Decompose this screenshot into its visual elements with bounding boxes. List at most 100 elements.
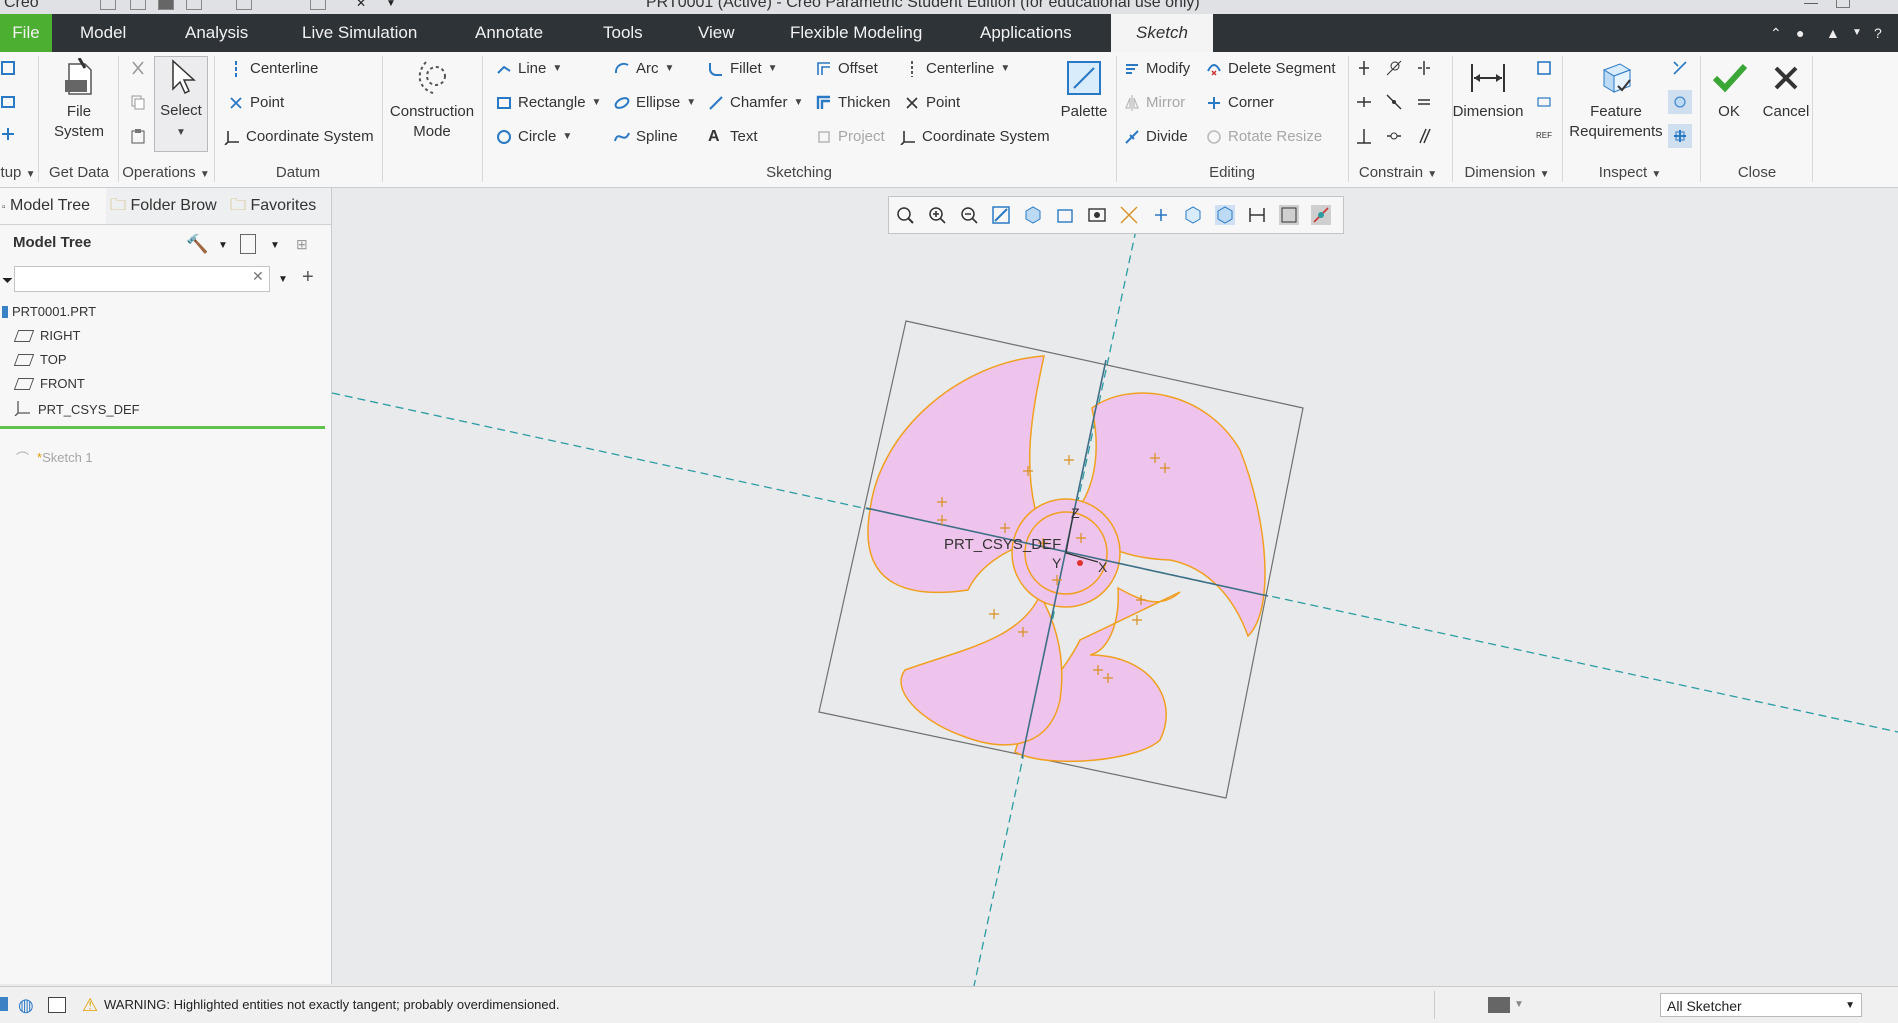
fillet-button[interactable]: Fillet ▼ [708, 60, 778, 77]
datum-point-button[interactable]: Point [228, 94, 284, 111]
rectangle-button[interactable]: Rectangle ▼ [496, 94, 601, 111]
fan-blade-profile[interactable] [867, 355, 1266, 763]
setup-grid-icon[interactable] [0, 60, 16, 76]
tree-settings-icon[interactable]: 🔨 [186, 234, 208, 255]
insert-indicator[interactable] [0, 426, 325, 429]
new-file-icon[interactable] [100, 0, 116, 10]
sketch-view-icon[interactable] [1215, 205, 1235, 225]
zoom-out-icon[interactable] [959, 205, 979, 225]
copy-icon[interactable] [130, 94, 146, 110]
datum-centerline-button[interactable]: Centerline [228, 60, 318, 77]
line-dropdown-icon[interactable]: ▼ [552, 63, 562, 74]
maximize-icon[interactable] [1836, 0, 1850, 8]
group-setup-label[interactable]: tup ▼ [0, 164, 36, 181]
menu-analysis[interactable]: Analysis [185, 14, 248, 52]
view-manager-icon[interactable] [1087, 205, 1107, 225]
group-constrain-label[interactable]: Constrain ▼ [1348, 164, 1448, 181]
highlight-open-ends-icon[interactable] [1672, 60, 1688, 76]
arc-dropdown-icon[interactable]: ▼ [665, 63, 675, 74]
horizontal-constraint-icon[interactable] [1356, 94, 1372, 110]
group-dimension-label[interactable]: Dimension ▼ [1452, 164, 1562, 181]
parallel-constraint-icon[interactable] [1416, 128, 1432, 144]
menu-sketch[interactable]: Sketch [1111, 14, 1213, 52]
sketch-centerline-button[interactable]: Centerline ▼ [904, 60, 1010, 77]
rectangle-dropdown-icon[interactable]: ▼ [592, 97, 602, 108]
clear-search-icon[interactable]: ✕ [252, 268, 264, 285]
spline-button[interactable]: Spline [614, 128, 678, 145]
tab-folder-browser[interactable]: 🗀 Folder Brow [110, 188, 222, 224]
menu-file[interactable]: File [0, 14, 52, 52]
circle-dropdown-icon[interactable]: ▼ [562, 131, 572, 142]
tree-item-sketch-1[interactable]: ⌒ *Sketch 1 [16, 448, 93, 467]
ellipse-dropdown-icon[interactable]: ▼ [686, 97, 696, 108]
browser-icon[interactable]: ◍ [18, 995, 34, 1016]
menu-view[interactable]: View [698, 14, 735, 52]
delete-segment-button[interactable]: Delete Segment [1206, 60, 1336, 77]
tree-item-prt0001[interactable]: PRT0001.PRT [2, 304, 96, 319]
options-dropdown-icon[interactable]: ▼ [1852, 26, 1866, 40]
window-icon[interactable] [310, 0, 326, 10]
perspective-view-icon[interactable] [1119, 205, 1139, 225]
fillet-dropdown-icon[interactable]: ▼ [768, 63, 778, 74]
vertical-constraint-icon[interactable] [1356, 60, 1372, 76]
undo-icon[interactable] [186, 0, 202, 10]
find-dropdown-icon[interactable]: ▼ [1514, 999, 1524, 1010]
filter-funnel-icon[interactable]: ⏷ [2, 272, 13, 289]
menu-annotate[interactable]: Annotate [475, 14, 543, 52]
tree-filter-icon[interactable]: ⊞ [296, 236, 318, 254]
chamfer-button[interactable]: Chamfer ▼ [708, 94, 803, 111]
dimension-button[interactable]: Dimension [1446, 58, 1530, 122]
sketch-point-button[interactable]: Point [904, 94, 960, 111]
tree-item-front[interactable]: FRONT [13, 376, 85, 391]
learning-icon[interactable]: ▲ [1826, 26, 1840, 40]
mirror-button[interactable]: Mirror [1124, 94, 1185, 111]
minimize-icon[interactable]: — [1804, 0, 1818, 10]
tab-model-tree[interactable]: ▫ Model Tree [0, 188, 106, 224]
thicken-button[interactable]: Thicken [816, 94, 891, 111]
vertical-centerline[interactable] [973, 229, 1137, 986]
blade-lower-left[interactable] [900, 593, 1063, 746]
overlapping-geometry-icon[interactable] [1672, 128, 1688, 144]
annotation-display-icon[interactable] [1311, 205, 1331, 225]
chamfer-dropdown-icon[interactable]: ▼ [794, 97, 804, 108]
perimeter-dimension-icon[interactable] [1536, 60, 1552, 76]
tree-columns-dropdown-icon[interactable]: ▼ [270, 240, 280, 251]
reference-dimension-icon[interactable]: REF [1536, 128, 1552, 144]
select-dropdown-icon[interactable]: ▼ [176, 127, 186, 138]
menu-model[interactable]: Model [80, 14, 126, 52]
cancel-button[interactable]: Cancel [1754, 58, 1818, 122]
save-icon[interactable] [158, 0, 174, 10]
arc-button[interactable]: Arc ▼ [614, 60, 674, 77]
close-window-icon[interactable]: ✕ [356, 0, 370, 10]
collapse-ribbon-icon[interactable]: ⌃ [1770, 26, 1784, 40]
centerline-dropdown-icon[interactable]: ▼ [1000, 63, 1010, 74]
find-binoculars-icon[interactable] [1488, 997, 1510, 1013]
tree-settings-dropdown-icon[interactable]: ▼ [218, 240, 228, 251]
refit-icon[interactable] [895, 205, 915, 225]
divide-button[interactable]: Divide [1124, 128, 1188, 145]
tab-favorites[interactable]: 🗀 Favorites [230, 188, 316, 224]
sketch-coordinate-system-button[interactable]: Coordinate System [900, 128, 1050, 146]
baseline-dimension-icon[interactable] [1536, 94, 1552, 110]
sketcher-display-filters-icon[interactable] [1247, 205, 1267, 225]
repaint-icon[interactable] [991, 205, 1011, 225]
ok-button[interactable]: OK [1704, 58, 1754, 122]
tree-item-prt-csys-def[interactable]: PRT_CSYS_DEF [14, 400, 140, 419]
open-file-icon[interactable] [130, 0, 146, 10]
quick-access-dropdown-icon[interactable]: ▼ [386, 0, 400, 10]
cut-icon[interactable] [130, 60, 146, 76]
spin-center-icon[interactable] [1151, 205, 1171, 225]
menu-live-simulation[interactable]: Live Simulation [302, 14, 417, 52]
status-left-icon[interactable] [0, 997, 8, 1011]
group-operations-label[interactable]: Operations ▼ [120, 164, 212, 181]
graphics-canvas[interactable]: Z Y X PRT_CSYS_DEF [332, 188, 1898, 986]
setup-sketch-view-icon[interactable] [0, 126, 16, 142]
corner-button[interactable]: Corner [1206, 94, 1274, 111]
tree-item-top[interactable]: TOP [13, 352, 67, 367]
notification-icon[interactable]: ● [1796, 26, 1810, 40]
datum-coordinate-system-button[interactable]: Coordinate System [224, 128, 374, 146]
saved-orientations-icon[interactable] [1055, 205, 1075, 225]
perpendicular-constraint-icon[interactable] [1356, 128, 1372, 144]
modify-button[interactable]: Modify [1124, 60, 1190, 77]
ellipse-button[interactable]: Ellipse ▼ [614, 94, 696, 111]
